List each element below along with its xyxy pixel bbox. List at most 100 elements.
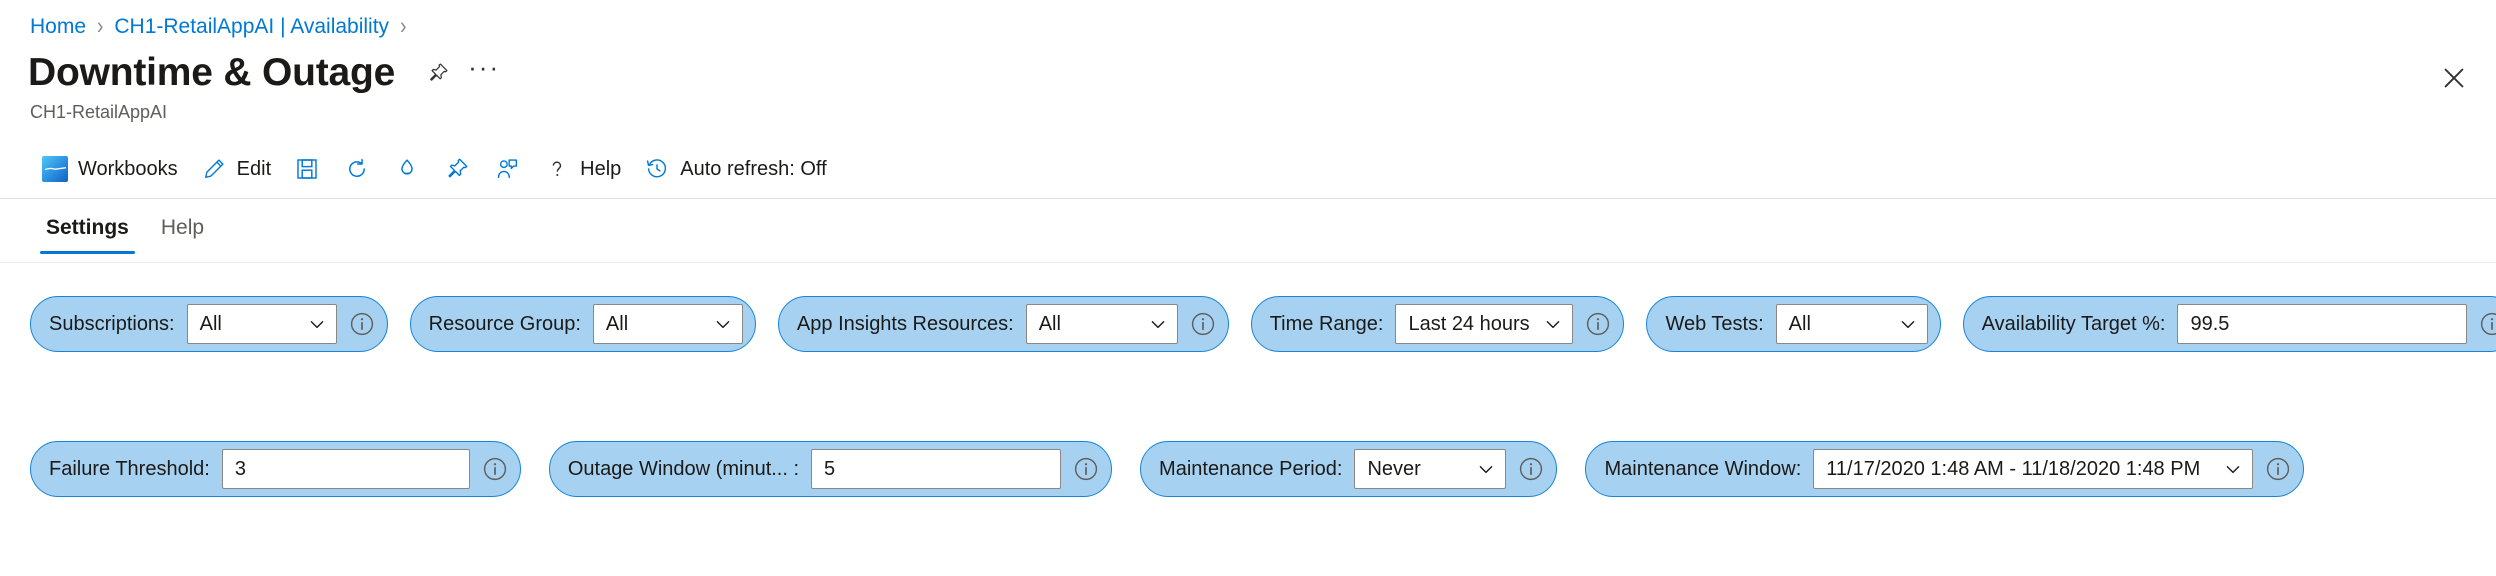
edit-label: Edit (237, 158, 271, 181)
pencil-glyph (202, 157, 226, 181)
tab-divider (0, 262, 2496, 263)
question-mark-icon (543, 155, 571, 183)
info-icon[interactable] (1585, 311, 1611, 337)
subscriptions-dropdown[interactable]: All (187, 304, 337, 344)
page-subtitle: CH1-RetailAppAI (30, 101, 167, 123)
info-icon[interactable] (2479, 311, 2496, 337)
web-tests-dropdown[interactable]: All (1776, 304, 1928, 344)
breadcrumb-separator-icon: › (97, 11, 103, 44)
param-web-tests: Web Tests: All (1646, 296, 1940, 352)
pin-glyph (445, 157, 469, 181)
param-label: Failure Threshold: (49, 457, 210, 481)
chevron-down-icon (1477, 460, 1495, 478)
info-icon[interactable] (1190, 311, 1216, 337)
param-label: Resource Group: (429, 312, 581, 336)
chevron-down-icon (1899, 315, 1917, 333)
param-resource-group: Resource Group: All (410, 296, 756, 352)
close-icon[interactable] (2434, 58, 2474, 98)
save-button[interactable] (282, 146, 332, 192)
param-maintenance-window: Maintenance Window: 11/17/2020 1:48 AM -… (1585, 441, 2304, 497)
save-glyph (295, 157, 319, 181)
info-icon[interactable] (1073, 456, 1099, 482)
more-options-button[interactable]: ··· (463, 52, 505, 94)
param-subscriptions: Subscriptions: All (30, 296, 388, 352)
param-label: Web Tests: (1665, 312, 1763, 336)
feedback-button[interactable] (482, 146, 532, 192)
question-glyph (545, 157, 569, 181)
pin-button[interactable] (432, 146, 482, 192)
page-title: Downtime & Outage (28, 50, 395, 96)
maintenance-window-dropdown[interactable]: 11/17/2020 1:48 AM - 11/18/2020 1:48 PM (1813, 449, 2253, 489)
subscriptions-value: All (200, 312, 222, 336)
command-bar: Workbooks Edit (0, 138, 2496, 200)
breadcrumb-item-availability[interactable]: CH1-RetailAppAI | Availability (114, 14, 389, 40)
param-label: Outage Window (minut... : (568, 457, 799, 481)
app-insights-resources-dropdown[interactable]: All (1026, 304, 1178, 344)
chevron-down-icon (1149, 315, 1167, 333)
refresh-icon (343, 155, 371, 183)
clock-icon (643, 155, 671, 183)
workbooks-label: Workbooks (78, 158, 178, 181)
failure-threshold-value: 3 (235, 457, 246, 481)
pin-glyph (427, 62, 449, 84)
param-time-range: Time Range: Last 24 hours (1251, 296, 1625, 352)
breadcrumb-item-home[interactable]: Home (30, 14, 86, 40)
param-label: Time Range: (1270, 312, 1384, 336)
tab-help[interactable]: Help (145, 210, 220, 254)
outage-window-input[interactable]: 5 (811, 449, 1061, 489)
param-app-insights-resources: App Insights Resources: All (778, 296, 1229, 352)
title-row: Downtime & Outage ··· (28, 50, 505, 96)
time-range-dropdown[interactable]: Last 24 hours (1395, 304, 1573, 344)
auto-refresh-button[interactable]: Auto refresh: Off (632, 146, 837, 192)
availability-target-value: 99.5 (2190, 312, 2229, 336)
pencil-icon (200, 155, 228, 183)
save-icon (293, 155, 321, 183)
resource-group-value: All (606, 312, 628, 336)
chevron-down-icon (1544, 315, 1562, 333)
breadcrumb-separator-icon: › (400, 11, 406, 44)
maintenance-period-dropdown[interactable]: Never (1354, 449, 1506, 489)
info-icon[interactable] (1518, 456, 1544, 482)
param-label: Maintenance Window: (1604, 457, 1801, 481)
param-maintenance-period: Maintenance Period: Never (1140, 441, 1557, 497)
param-outage-window: Outage Window (minut... : 5 (549, 441, 1112, 497)
pin-icon (443, 155, 471, 183)
clock-glyph (645, 157, 669, 181)
workbooks-icon (41, 155, 69, 183)
command-bar-divider (0, 198, 2496, 199)
availability-target-input[interactable]: 99.5 (2177, 304, 2467, 344)
edit-button[interactable]: Edit (189, 146, 282, 192)
info-icon[interactable] (2265, 456, 2291, 482)
app-insights-resources-value: All (1039, 312, 1061, 336)
time-range-value: Last 24 hours (1408, 312, 1529, 336)
maintenance-period-value: Never (1367, 457, 1420, 481)
refresh-button[interactable] (332, 146, 382, 192)
param-label: Subscriptions: (49, 312, 175, 336)
refresh-glyph (345, 157, 369, 181)
share-glyph (395, 157, 419, 181)
person-feedback-glyph (495, 157, 519, 181)
chevron-down-icon (308, 315, 326, 333)
failure-threshold-input[interactable]: 3 (222, 449, 470, 489)
tab-settings[interactable]: Settings (30, 210, 145, 254)
workbooks-button[interactable]: Workbooks (30, 146, 189, 192)
parameters-row-1: Subscriptions: All Resource Group: All A… (30, 296, 2496, 352)
param-failure-threshold: Failure Threshold: 3 (30, 441, 521, 497)
resource-group-dropdown[interactable]: All (593, 304, 743, 344)
tab-list: Settings Help (30, 210, 220, 254)
person-feedback-icon (493, 155, 521, 183)
chevron-down-icon (2224, 460, 2242, 478)
parameters-row-2: Failure Threshold: 3 Outage Window (minu… (30, 441, 2304, 497)
info-icon[interactable] (482, 456, 508, 482)
share-button[interactable] (382, 146, 432, 192)
share-icon (393, 155, 421, 183)
breadcrumb: Home › CH1-RetailAppAI | Availability › (30, 14, 417, 40)
param-label: Maintenance Period: (1159, 457, 1342, 481)
chevron-down-icon (714, 315, 732, 333)
pin-icon[interactable] (417, 52, 459, 94)
param-label: App Insights Resources: (797, 312, 1014, 336)
help-button[interactable]: Help (532, 146, 632, 192)
param-availability-target: Availability Target %: 99.5 (1963, 296, 2496, 352)
maintenance-window-value: 11/17/2020 1:48 AM - 11/18/2020 1:48 PM (1826, 457, 2200, 481)
info-icon[interactable] (349, 311, 375, 337)
